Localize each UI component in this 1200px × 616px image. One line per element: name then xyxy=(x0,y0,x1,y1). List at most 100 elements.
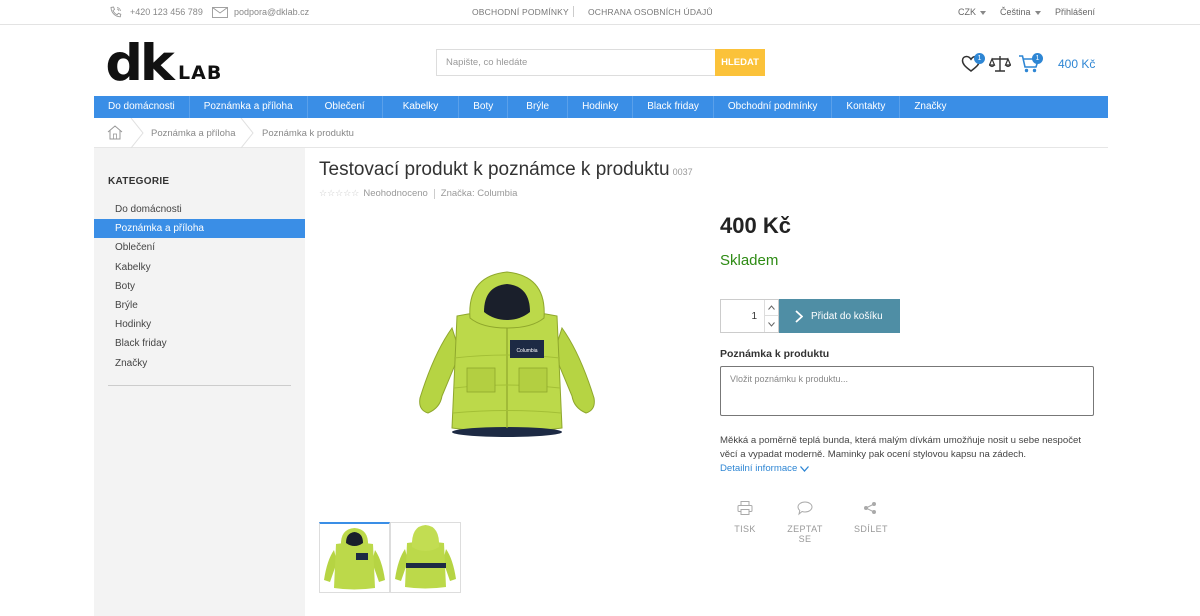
chevron-down-icon xyxy=(768,321,775,327)
nav-item-obleceni[interactable]: Oblečení xyxy=(308,96,383,118)
product-thumbnail[interactable] xyxy=(390,522,461,593)
quantity-increase-button[interactable] xyxy=(765,300,778,316)
brand-link[interactable]: Značka: Columbia xyxy=(441,188,518,199)
product-name: Testovací produkt k poznámce k produktu xyxy=(319,159,670,180)
chevron-up-icon xyxy=(768,305,775,310)
chevron-down-icon xyxy=(1034,10,1041,15)
product-thumbnail-back-image xyxy=(395,525,456,589)
chevron-right-icon xyxy=(795,309,803,323)
quantity-input[interactable] xyxy=(721,300,765,332)
cart-count: 1 xyxy=(1032,53,1043,64)
chevron-down-icon xyxy=(980,10,986,15)
product-meta: ☆☆☆☆☆ Neohodnoceno Značka: Columbia xyxy=(319,188,517,199)
divider xyxy=(433,188,435,199)
sidebar-item-obleceni[interactable]: Oblečení xyxy=(94,238,305,257)
product-note-field[interactable] xyxy=(720,366,1094,416)
sidebar-item-boty[interactable]: Boty xyxy=(94,277,305,296)
product-thumbnail[interactable] xyxy=(319,522,390,593)
product-code: 0037 xyxy=(672,167,693,177)
top-bar: +420 123 456 789 podpora@dklab.cz OBCHOD… xyxy=(0,0,1200,25)
breadcrumb-separator-icon xyxy=(240,118,254,148)
add-to-cart-label: Přidat do košíku xyxy=(811,310,883,322)
login-link[interactable]: Přihlášení xyxy=(1055,7,1095,17)
breadcrumb: Poznámka a příloha Poznámka k produktu xyxy=(94,118,1108,148)
ask-button[interactable]: ZEPTAT SE xyxy=(781,500,829,544)
nav-item-boty[interactable]: Boty xyxy=(459,96,509,118)
search-form: HLEDAT xyxy=(436,49,765,76)
product-main-image[interactable]: Columbia xyxy=(412,268,602,438)
logo-mark: dk xyxy=(105,34,174,92)
divider xyxy=(573,6,574,17)
share-label: SDÍLET xyxy=(854,524,888,534)
nav-item-hodinky[interactable]: Hodinky xyxy=(568,96,634,118)
detail-info-label: Detailní informace xyxy=(720,463,798,474)
main-nav: Do domácnosti Poznámka a příloha Oblečen… xyxy=(94,96,1108,118)
currency-value: CZK xyxy=(958,7,976,17)
sidebar-item-poznamka-a-priloha[interactable]: Poznámka a příloha xyxy=(94,219,305,239)
quantity-decrease-button[interactable] xyxy=(765,316,778,332)
phone-number: +420 123 456 789 xyxy=(130,7,203,17)
share-icon xyxy=(864,502,876,514)
site-logo[interactable]: dk LAB xyxy=(105,34,223,92)
favorites-button[interactable]: 1 xyxy=(961,53,985,74)
search-button[interactable]: HLEDAT xyxy=(715,49,765,76)
breadcrumb-separator-icon xyxy=(130,118,144,148)
note-label: Poznámka k produktu xyxy=(720,348,830,360)
ask-label: ZEPTAT SE xyxy=(787,524,823,544)
stock-status: Skladem xyxy=(720,252,779,269)
home-icon[interactable] xyxy=(107,125,123,140)
scales-icon xyxy=(989,56,1011,72)
favorites-count: 1 xyxy=(974,53,985,64)
link-privacy[interactable]: OCHRANA OSOBNÍCH ÚDAJŮ xyxy=(588,7,713,17)
nav-item-obchodni-podminky[interactable]: Obchodní podmínky xyxy=(714,96,833,118)
speech-bubble-icon xyxy=(797,501,813,516)
logo-text: LAB xyxy=(178,62,223,84)
nav-item-kabelky[interactable]: Kabelky xyxy=(383,96,460,118)
quantity-stepper xyxy=(720,299,779,333)
sidebar-item-do-domacnosti[interactable]: Do domácnosti xyxy=(94,200,305,219)
product-short-description: Měkká a poměrně teplá bunda, která malým… xyxy=(720,435,1082,460)
nav-item-do-domacnosti[interactable]: Do domácnosti xyxy=(94,96,190,118)
jacket-logo: Columbia xyxy=(516,348,537,354)
rating-stars-icon[interactable]: ☆☆☆☆☆ xyxy=(319,188,359,199)
print-button[interactable]: TISK xyxy=(733,500,757,534)
sidebar-item-kabelky[interactable]: Kabelky xyxy=(94,258,305,277)
nav-item-bryle[interactable]: Brýle xyxy=(508,96,569,118)
product-price: 400 Kč xyxy=(720,213,791,238)
quantity-arrows xyxy=(764,300,778,332)
cart-total[interactable]: 400 Kč xyxy=(1058,57,1095,71)
detail-info-link[interactable]: Detailní informace xyxy=(720,463,810,474)
category-sidebar: KATEGORIE Do domácnosti Poznámka a přílo… xyxy=(94,148,305,616)
sidebar-item-bryle[interactable]: Brýle xyxy=(94,296,305,315)
product-title: Testovací produkt k poznámce k produktu 0… xyxy=(319,159,693,181)
language-select[interactable]: Čeština xyxy=(1000,7,1041,17)
phone-contact[interactable]: +420 123 456 789 xyxy=(107,6,203,18)
breadcrumb-item[interactable]: Poznámka a příloha xyxy=(151,128,236,139)
sidebar-item-znacky[interactable]: Značky xyxy=(94,354,305,373)
divider xyxy=(108,385,291,386)
nav-item-kontakty[interactable]: Kontakty xyxy=(832,96,901,118)
envelope-icon xyxy=(211,6,228,18)
product-thumbnail-image xyxy=(324,528,385,590)
rating-text: Neohodnoceno xyxy=(363,188,428,199)
sidebar-heading: KATEGORIE xyxy=(108,176,170,187)
share-button[interactable]: SDÍLET xyxy=(854,500,888,534)
currency-select[interactable]: CZK xyxy=(958,7,986,17)
add-to-cart-button[interactable]: Přidat do košíku xyxy=(779,299,900,333)
link-terms[interactable]: OBCHODNÍ PODMÍNKY xyxy=(472,7,569,17)
cart-button[interactable]: 1 xyxy=(1018,53,1044,74)
nav-item-black-friday[interactable]: Black friday xyxy=(633,96,714,118)
email-address: podpora@dklab.cz xyxy=(234,7,310,17)
search-input[interactable] xyxy=(436,49,715,76)
sidebar-item-hodinky[interactable]: Hodinky xyxy=(94,315,305,334)
nav-item-znacky[interactable]: Značky xyxy=(900,96,960,118)
email-contact[interactable]: podpora@dklab.cz xyxy=(211,6,309,18)
compare-button[interactable] xyxy=(989,54,1011,74)
breadcrumb-current: Poznámka k produktu xyxy=(262,128,354,139)
chevron-down-icon xyxy=(800,465,810,472)
language-value: Čeština xyxy=(1000,7,1031,17)
category-list: Do domácnosti Poznámka a příloha Oblečen… xyxy=(94,200,305,373)
phone-icon xyxy=(107,6,124,18)
sidebar-item-black-friday[interactable]: Black friday xyxy=(94,334,305,353)
nav-item-poznamka-a-priloha[interactable]: Poznámka a příloha xyxy=(190,96,308,118)
